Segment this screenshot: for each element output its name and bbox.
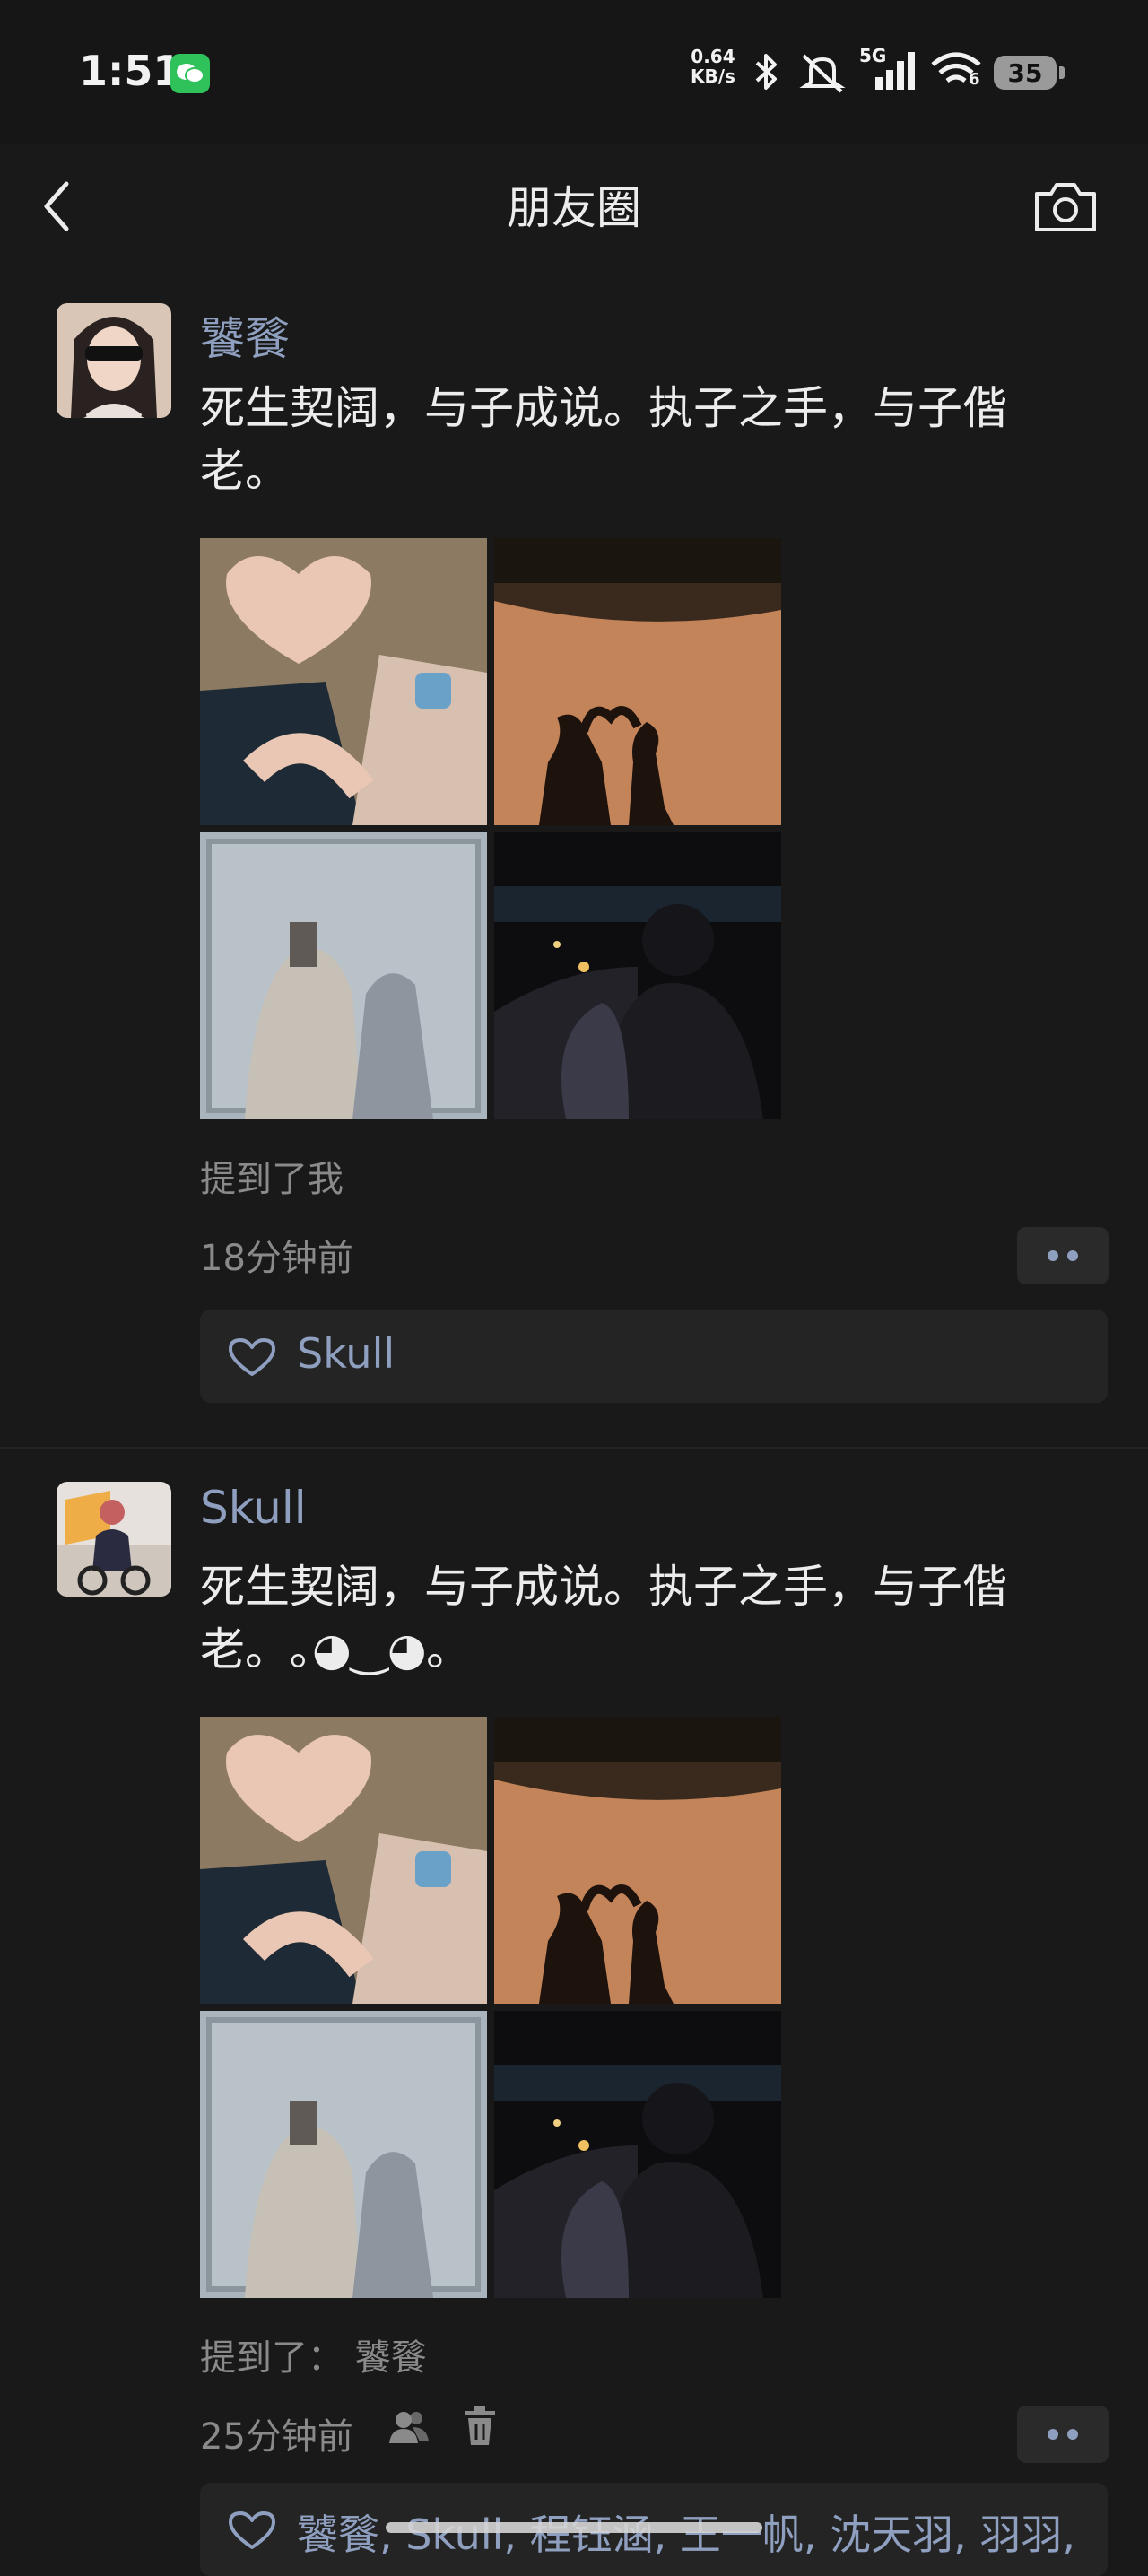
clock: 1:51 <box>79 47 182 95</box>
author-name[interactable]: 饕餮 <box>200 303 290 368</box>
more-actions-button[interactable] <box>1017 1227 1109 1284</box>
photo-mirror-selfie[interactable] <box>200 2011 487 2298</box>
battery-icon: 35 <box>994 56 1065 90</box>
photo-mirror-selfie[interactable] <box>200 832 487 1119</box>
bluetooth-icon <box>755 54 777 90</box>
post-text: 死生契阔，与子成说。执子之手，与子偕老。 <box>200 382 1007 497</box>
more-actions-button[interactable] <box>1017 2406 1109 2463</box>
nav-bar: 朋友圈 <box>0 144 1148 269</box>
visibility-group-icon[interactable] <box>387 2407 430 2447</box>
mute-bell-icon <box>799 54 846 93</box>
page-title: 朋友圈 <box>507 182 641 234</box>
moment-post: 饕餮 死生契阔，与子成说。执子之手，与子偕老。 提到了我 18分钟前 Skull <box>0 269 1148 1444</box>
home-indicator[interactable] <box>386 2522 762 2533</box>
likes-box: Skull <box>200 1310 1108 1403</box>
heart-icon <box>229 2511 275 2549</box>
net-speed-unit: KB/s <box>691 65 735 87</box>
photo-night-couple[interactable] <box>494 2011 781 2298</box>
photo-shadow-heart[interactable] <box>494 538 781 825</box>
likes-names[interactable]: Skull <box>297 1329 395 1378</box>
moment-post: Skull 死生契阔，与子成说。执子之手，与子偕老。｡◕‿◕｡ 提到了： 饕餮 … <box>0 1448 1148 2576</box>
cellular-signal-icon <box>875 52 915 90</box>
photo-hands-heart[interactable] <box>200 538 487 825</box>
photo-hands-heart[interactable] <box>200 1717 487 2004</box>
wechat-notification-icon <box>170 54 210 93</box>
mention-prefix: 提到了： <box>200 2337 344 2379</box>
delete-icon[interactable] <box>463 2406 497 2447</box>
camera-icon[interactable] <box>1033 179 1098 235</box>
photo-grid <box>200 1717 783 2298</box>
net-speed-value: 0.64 <box>691 46 735 67</box>
post-time: 25分钟前 <box>200 2416 353 2458</box>
photo-grid <box>200 538 783 1119</box>
photo-night-couple[interactable] <box>494 832 781 1119</box>
avatar[interactable] <box>57 1482 171 1597</box>
heart-icon <box>229 1338 275 1376</box>
photo-shadow-heart[interactable] <box>494 1717 781 2004</box>
mention-user[interactable]: 饕餮 <box>355 2337 427 2379</box>
avatar[interactable] <box>57 303 171 418</box>
post-text: 死生契阔，与子成说。执子之手，与子偕老。｡◕‿◕｡ <box>200 1561 1007 1675</box>
net-speed: 0.64 KB/s <box>691 47 735 86</box>
battery-level: 35 <box>1007 57 1043 88</box>
status-bar: 1:51 0.64 KB/s 5G 6 35 <box>0 0 1148 144</box>
wifi-level: 6 <box>969 70 980 89</box>
author-name[interactable]: Skull <box>200 1482 307 1534</box>
mention-me[interactable]: 提到了我 <box>200 1150 344 1202</box>
mention-line: 提到了： 饕餮 <box>200 2328 427 2380</box>
post-time: 18分钟前 <box>200 1238 353 1279</box>
